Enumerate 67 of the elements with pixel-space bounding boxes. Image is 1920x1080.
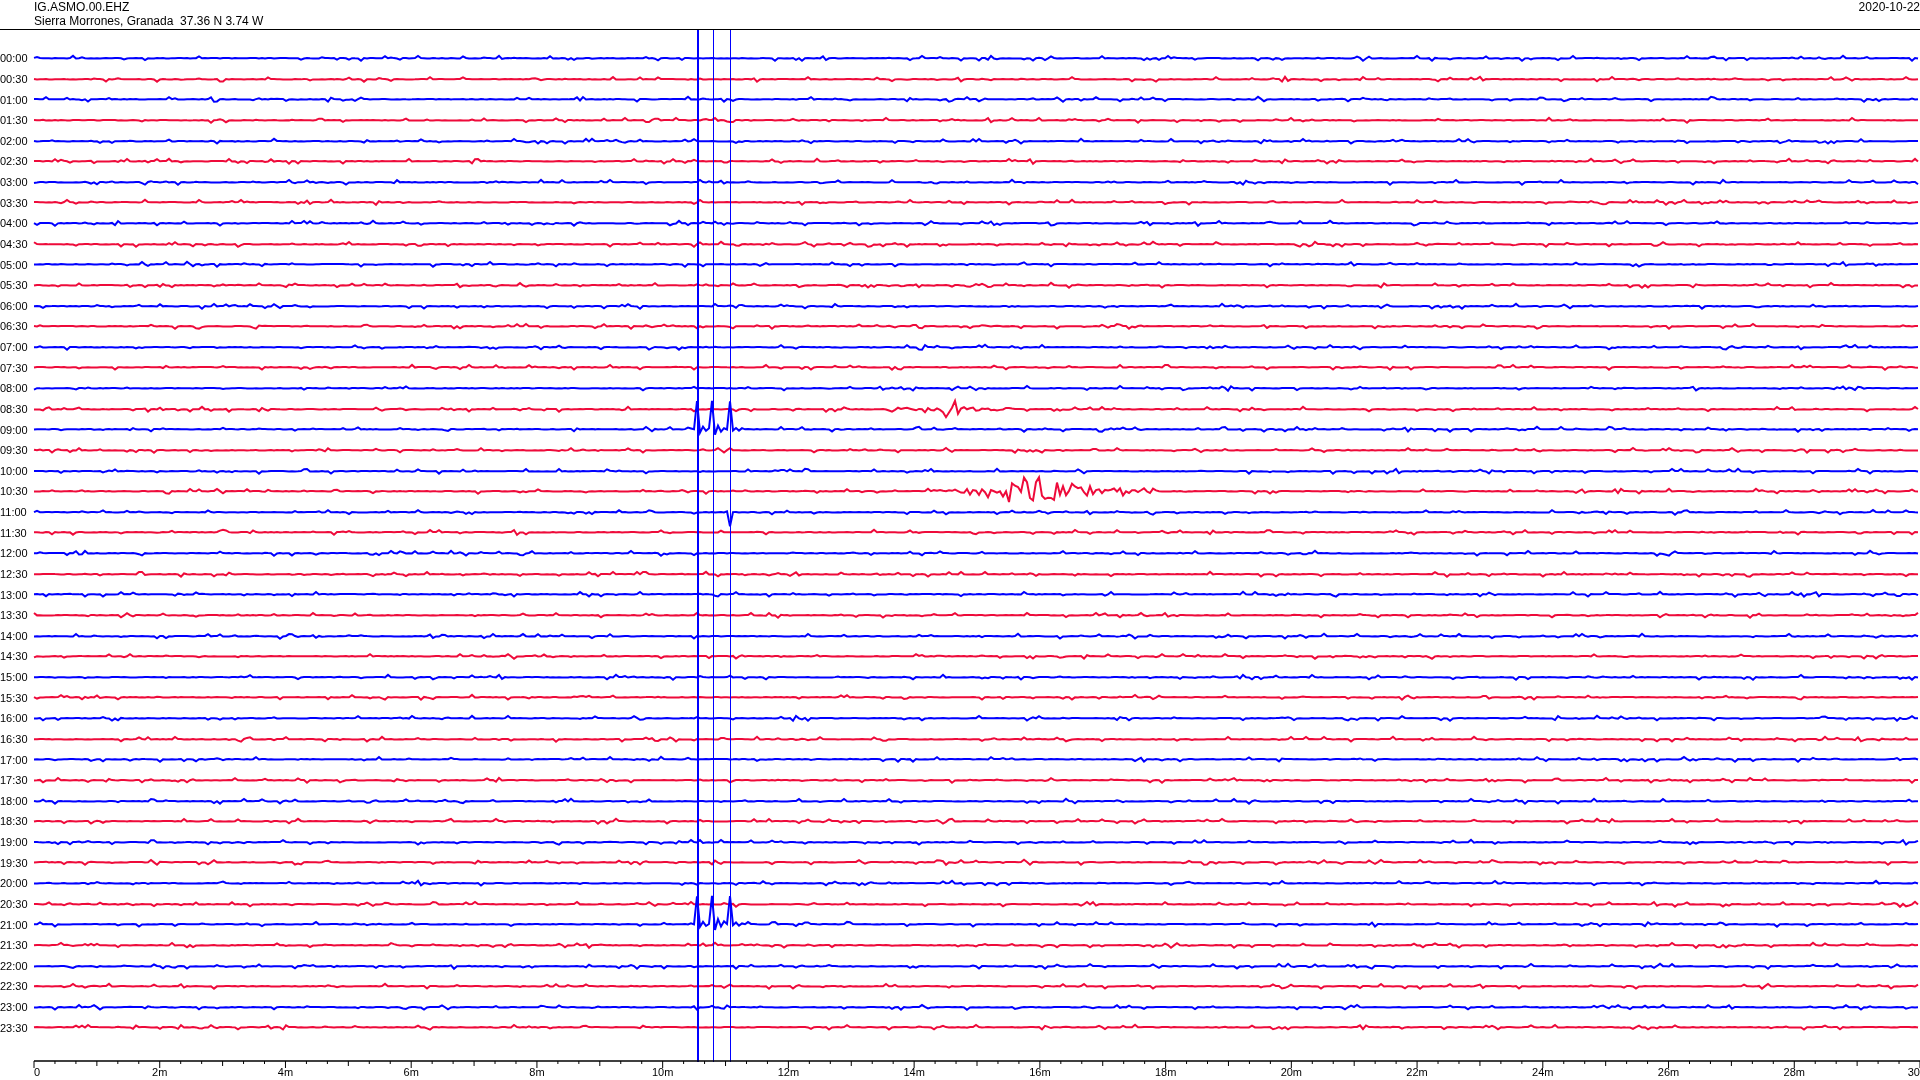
time-label: 09:30 [0,444,29,457]
time-label: 07:00 [0,341,29,354]
axis-tick-label: 12m [777,1066,800,1078]
axis-tick-label: 20m [1280,1066,1303,1078]
axis-tick-label: 22m [1406,1066,1428,1078]
time-label: 14:00 [0,629,29,642]
time-label: 16:30 [0,732,29,745]
time-label: 04:00 [0,217,29,230]
record-date: 2020-10-22 [1858,0,1920,14]
time-label: 20:00 [0,877,29,890]
time-label: 17:00 [0,753,29,766]
time-label: 06:00 [0,299,29,312]
time-label: 11:00 [0,506,28,519]
time-label: 19:00 [0,836,29,849]
station-code: IG.ASMO.00.EHZ [34,0,131,14]
axis-tick-label: 18m [1154,1066,1177,1078]
time-label: 22:00 [0,959,29,972]
time-label: 12:00 [0,547,29,560]
time-label: 22:30 [0,980,29,993]
time-label: 14:30 [0,650,29,663]
axis-tick-label: 10m [651,1066,674,1078]
time-label: 17:30 [0,774,29,787]
time-label: 21:00 [0,918,29,931]
time-label: 04:30 [0,237,29,250]
time-label: 10:00 [0,464,29,477]
time-label: 13:30 [0,609,29,622]
time-label: 05:30 [0,279,29,292]
time-label: 16:00 [0,712,29,725]
axis-tick-label: 6m [403,1066,419,1078]
time-label: 12:30 [0,567,29,580]
time-label: 08:00 [0,382,29,395]
axis-tick-label: 24m [1532,1066,1554,1078]
axis-tick-label: 2m [152,1066,168,1078]
axis-tick-label: 26m [1657,1066,1680,1078]
axis-tick-label: 14m [903,1066,925,1078]
time-label: 10:30 [0,485,29,498]
time-label: 01:30 [0,114,29,127]
time-label: 00:30 [0,72,29,85]
time-label: 23:00 [0,1001,29,1014]
time-label: 19:30 [0,856,29,869]
time-label: 13:00 [0,588,29,601]
axis-tick-label: 30 [1907,1066,1920,1078]
time-label: 15:00 [0,671,29,684]
time-label: 07:30 [0,361,29,374]
time-label: 00:00 [0,52,29,65]
time-label: 18:30 [0,815,29,828]
time-label: 03:30 [0,196,29,209]
time-label: 01:00 [0,93,29,106]
time-label: 15:30 [0,691,29,704]
axis-tick-label: 8m [529,1066,545,1078]
time-label: 09:00 [0,423,29,436]
axis-tick-label: 28m [1783,1066,1805,1078]
time-label: 03:00 [0,176,29,189]
time-label: 06:30 [0,320,29,333]
axis-tick-label: 16m [1029,1066,1051,1078]
time-label: 02:00 [0,134,29,147]
axis-tick-label: 0 [33,1066,41,1078]
station-location: Sierra Morrones, Granada 37.36 N 3.74 W [34,14,264,28]
time-label: 23:30 [0,1021,29,1034]
time-label: 21:30 [0,939,29,952]
time-label: 20:30 [0,897,29,910]
time-label: 05:00 [0,258,29,271]
time-label: 08:30 [0,402,29,415]
axis-tick-label: 4m [277,1066,294,1078]
time-label: 02:30 [0,155,29,168]
time-label: 11:30 [0,526,28,539]
time-label: 18:00 [0,794,29,807]
